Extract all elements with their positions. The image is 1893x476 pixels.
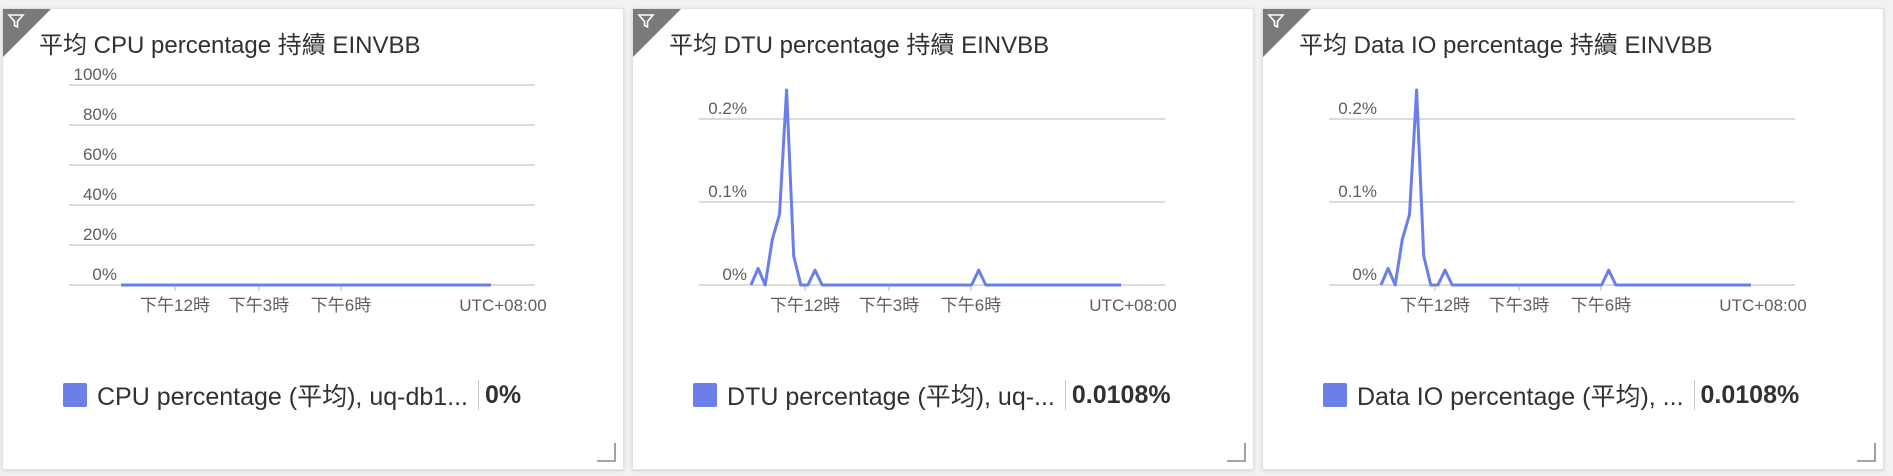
legend-separator [478,380,479,410]
y-tick-label: 100% [74,65,117,84]
legend-value: 0% [485,380,522,409]
chart-tile-data-io[interactable]: 平均 Data IO percentage 持續 EINVBB 0% 0.1% 0.… [1262,8,1884,470]
legend-separator [1064,380,1066,410]
resize-handle-icon[interactable] [1855,441,1877,463]
y-tick-label: 0.1% [708,182,747,201]
y-tick-label: 20% [83,225,117,244]
chart-tile-cpu[interactable]: 平均 CPU percentage 持續 EINVBB 0% 20% 40% 60% 8… [2,8,624,470]
legend-swatch [693,383,717,407]
chart-plot: 0% 0.1% 0.2% 下午12時 下午3時 下午6時 UTC+08:00 [1329,88,1807,315]
x-tick-label: 下午12時 [140,296,210,315]
chart-legend[interactable]: Data IO percentage (平均), ... 0.0108% [1323,377,1799,413]
x-tick-label: 下午3時 [859,296,919,315]
timezone-label: UTC+08:00 [1089,296,1176,315]
y-tick-label: 0.2% [1338,99,1377,118]
y-tick-label: 40% [83,185,117,204]
x-tick-label: 下午6時 [1571,296,1631,315]
legend-swatch [1323,383,1347,407]
y-tick-label: 80% [83,105,117,124]
x-tick-label: 下午12時 [770,296,840,315]
resize-handle-icon[interactable] [1225,441,1247,463]
chart-plot: 0% 0.1% 0.2% 下午12時 下午3時 下午6時 UTC+08:00 [699,88,1177,315]
legend-separator [1693,380,1695,410]
legend-label: CPU percentage (平均), uq-db1... [97,383,468,411]
chart-legend[interactable]: CPU percentage (平均), uq-db1... 0% [63,377,521,413]
y-tick-label: 0.1% [1338,182,1377,201]
y-tick-label: 0% [722,265,747,284]
y-tick-label: 0.2% [708,99,747,118]
legend-label: DTU percentage (平均), uq-... [727,383,1055,411]
x-tick-label: 下午6時 [311,296,371,315]
legend-value: 0.0108% [1700,380,1800,409]
x-tick-label: 下午12時 [1400,296,1470,315]
legend-label: Data IO percentage (平均), ... [1357,383,1684,411]
x-tick-label: 下午6時 [941,296,1001,315]
x-tick-label: 下午3時 [1489,296,1549,315]
chart-legend[interactable]: DTU percentage (平均), uq-... 0.0108% [693,377,1171,413]
y-tick-label: 0% [92,265,117,284]
legend-value: 0.0108% [1071,380,1171,409]
legend-swatch [63,383,87,407]
chart-plot: 0% 20% 40% 60% 80% 100% 下午12時 下午3時 下午6時 UTC+08:00 [69,65,547,315]
y-tick-label: 0% [1352,265,1377,284]
y-tick-label: 60% [83,145,117,164]
resize-handle-icon[interactable] [595,441,617,463]
timezone-label: UTC+08:00 [1719,296,1806,315]
timezone-label: UTC+08:00 [459,296,546,315]
x-tick-label: 下午3時 [229,296,289,315]
chart-tile-dtu[interactable]: 平均 DTU percentage 持續 EINVBB 0% 0.1% 0.2% 下午… [632,8,1254,470]
